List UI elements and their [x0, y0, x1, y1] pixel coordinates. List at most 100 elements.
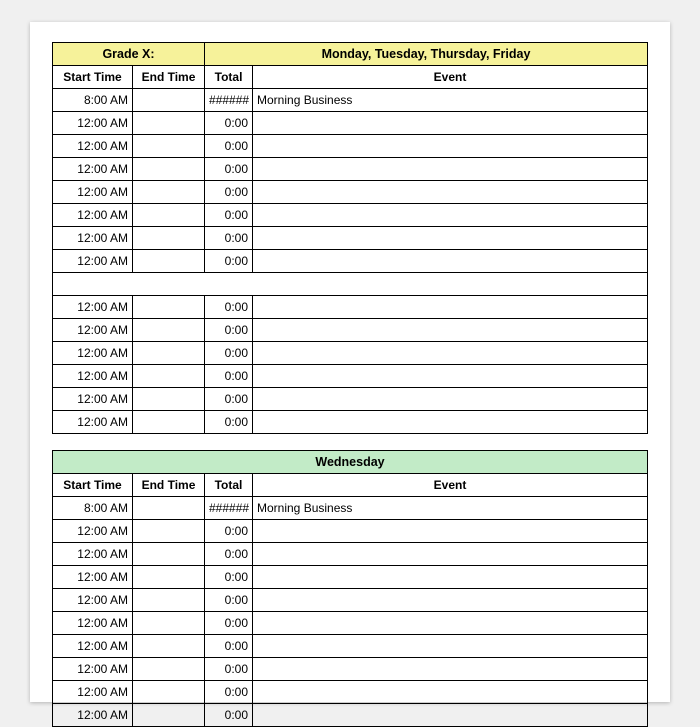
- cell-end-time: [133, 89, 205, 112]
- cell-start-time: 12:00 AM: [53, 204, 133, 227]
- cell-total: 0:00: [205, 612, 253, 635]
- cell-total: 0:00: [205, 227, 253, 250]
- cell-end-time: [133, 388, 205, 411]
- cell-event: [253, 411, 648, 434]
- cell-start-time: 12:00 AM: [53, 158, 133, 181]
- table1-title-right: Monday, Tuesday, Thursday, Friday: [205, 43, 648, 66]
- table-row: 12:00 AM 0:00: [53, 112, 648, 135]
- table-row: 12:00 AM 0:00: [53, 658, 648, 681]
- table2-header-row: Start Time End Time Total Event: [53, 474, 648, 497]
- cell-event: [253, 112, 648, 135]
- cell-start-time: 12:00 AM: [53, 612, 133, 635]
- cell-total: 0:00: [205, 204, 253, 227]
- table2-title-row: Wednesday: [53, 451, 648, 474]
- cell-event: [253, 566, 648, 589]
- cell-total: 0:00: [205, 635, 253, 658]
- cell-event: [253, 543, 648, 566]
- cell-event: [253, 181, 648, 204]
- table-row: 12:00 AM0:00: [53, 319, 648, 342]
- cell-event: [253, 635, 648, 658]
- cell-end-time: [133, 365, 205, 388]
- table-row: 12:00 AM0:00: [53, 411, 648, 434]
- table-row: 12:00 AM 0:00: [53, 342, 648, 365]
- cell-total: 0:00: [205, 658, 253, 681]
- cell-end-time: [133, 520, 205, 543]
- table-row: 12:00 AM 0:00: [53, 181, 648, 204]
- cell-end-time: [133, 181, 205, 204]
- cell-start-time: 12:00 AM: [53, 135, 133, 158]
- table-row: 12:00 AM0:00: [53, 681, 648, 704]
- cell-total: 0:00: [205, 181, 253, 204]
- cell-start-time: 12:00 AM: [53, 520, 133, 543]
- cell-event: [253, 365, 648, 388]
- table-row: 12:00 AM0:00: [53, 135, 648, 158]
- cell-event: [253, 250, 648, 273]
- table-row: 12:00 AM0:00: [53, 388, 648, 411]
- cell-end-time: [133, 319, 205, 342]
- cell-total: 0:00: [205, 411, 253, 434]
- cell-end-time: [133, 342, 205, 365]
- cell-end-time: [133, 227, 205, 250]
- cell-total: 0:00: [205, 566, 253, 589]
- col-total: Total: [205, 474, 253, 497]
- cell-start-time: 12:00 AM: [53, 388, 133, 411]
- cell-event: [253, 158, 648, 181]
- cell-total: 0:00: [205, 589, 253, 612]
- table1-header-row: Start Time End Time Total Event: [53, 66, 648, 89]
- cell-start-time: 12:00 AM: [53, 181, 133, 204]
- cell-start-time: 12:00 AM: [53, 250, 133, 273]
- cell-end-time: [133, 158, 205, 181]
- cell-start-time: 12:00 AM: [53, 227, 133, 250]
- table-row: 8:00 AM ######Morning Business: [53, 497, 648, 520]
- table-row: 12:00 AM 0:00: [53, 635, 648, 658]
- table-row: 12:00 AM0:00: [53, 158, 648, 181]
- cell-start-time: 12:00 AM: [53, 635, 133, 658]
- cell-start-time: 12:00 AM: [53, 681, 133, 704]
- cell-start-time: 12:00 AM: [53, 319, 133, 342]
- cell-end-time: [133, 411, 205, 434]
- table-row: 12:00 AM 0:00: [53, 227, 648, 250]
- cell-end-time: [133, 681, 205, 704]
- table-row: 12:00 AM0:00: [53, 543, 648, 566]
- cell-start-time: 12:00 AM: [53, 365, 133, 388]
- cell-total: ######: [205, 497, 253, 520]
- table-row: 12:00 AM 0:00: [53, 589, 648, 612]
- cell-start-time: 12:00 AM: [53, 112, 133, 135]
- cell-end-time: [133, 658, 205, 681]
- cell-start-time: 8:00 AM: [53, 497, 133, 520]
- cell-total: 0:00: [205, 296, 253, 319]
- col-end: End Time: [133, 66, 205, 89]
- cell-start-time: 12:00 AM: [53, 566, 133, 589]
- cell-event: [253, 388, 648, 411]
- cell-total: 0:00: [205, 342, 253, 365]
- cell-end-time: [133, 497, 205, 520]
- table-row: [53, 273, 648, 296]
- col-end: End Time: [133, 474, 205, 497]
- cell-end-time: [133, 296, 205, 319]
- cell-start-time: 12:00 AM: [53, 543, 133, 566]
- col-event: Event: [253, 474, 648, 497]
- schedule-table-1: Grade X: Monday, Tuesday, Thursday, Frid…: [52, 42, 648, 434]
- cell-start-time: 12:00 AM: [53, 589, 133, 612]
- cell-total: 0:00: [205, 365, 253, 388]
- col-total: Total: [205, 66, 253, 89]
- cell-event: [253, 658, 648, 681]
- cell-start-time: 12:00 AM: [53, 296, 133, 319]
- cell-total: 0:00: [205, 112, 253, 135]
- table-row: 12:00 AM 0:00: [53, 296, 648, 319]
- cell-event: [253, 204, 648, 227]
- cell-start-time: 12:00 AM: [53, 658, 133, 681]
- schedule-table-2: Wednesday Start Time End Time Total Even…: [52, 450, 648, 727]
- cell-event: [253, 681, 648, 704]
- cell-event: [253, 227, 648, 250]
- cell-end-time: [133, 635, 205, 658]
- cell-end-time: [133, 204, 205, 227]
- cell-event: Morning Business: [253, 497, 648, 520]
- cell-event: [253, 589, 648, 612]
- table1-title-left: Grade X:: [53, 43, 205, 66]
- cell-start-time: 12:00 AM: [53, 342, 133, 365]
- cell-end-time: [133, 589, 205, 612]
- table-row: 12:00 AM 0:00: [53, 365, 648, 388]
- cell-end-time: [133, 112, 205, 135]
- cell-end-time: [133, 543, 205, 566]
